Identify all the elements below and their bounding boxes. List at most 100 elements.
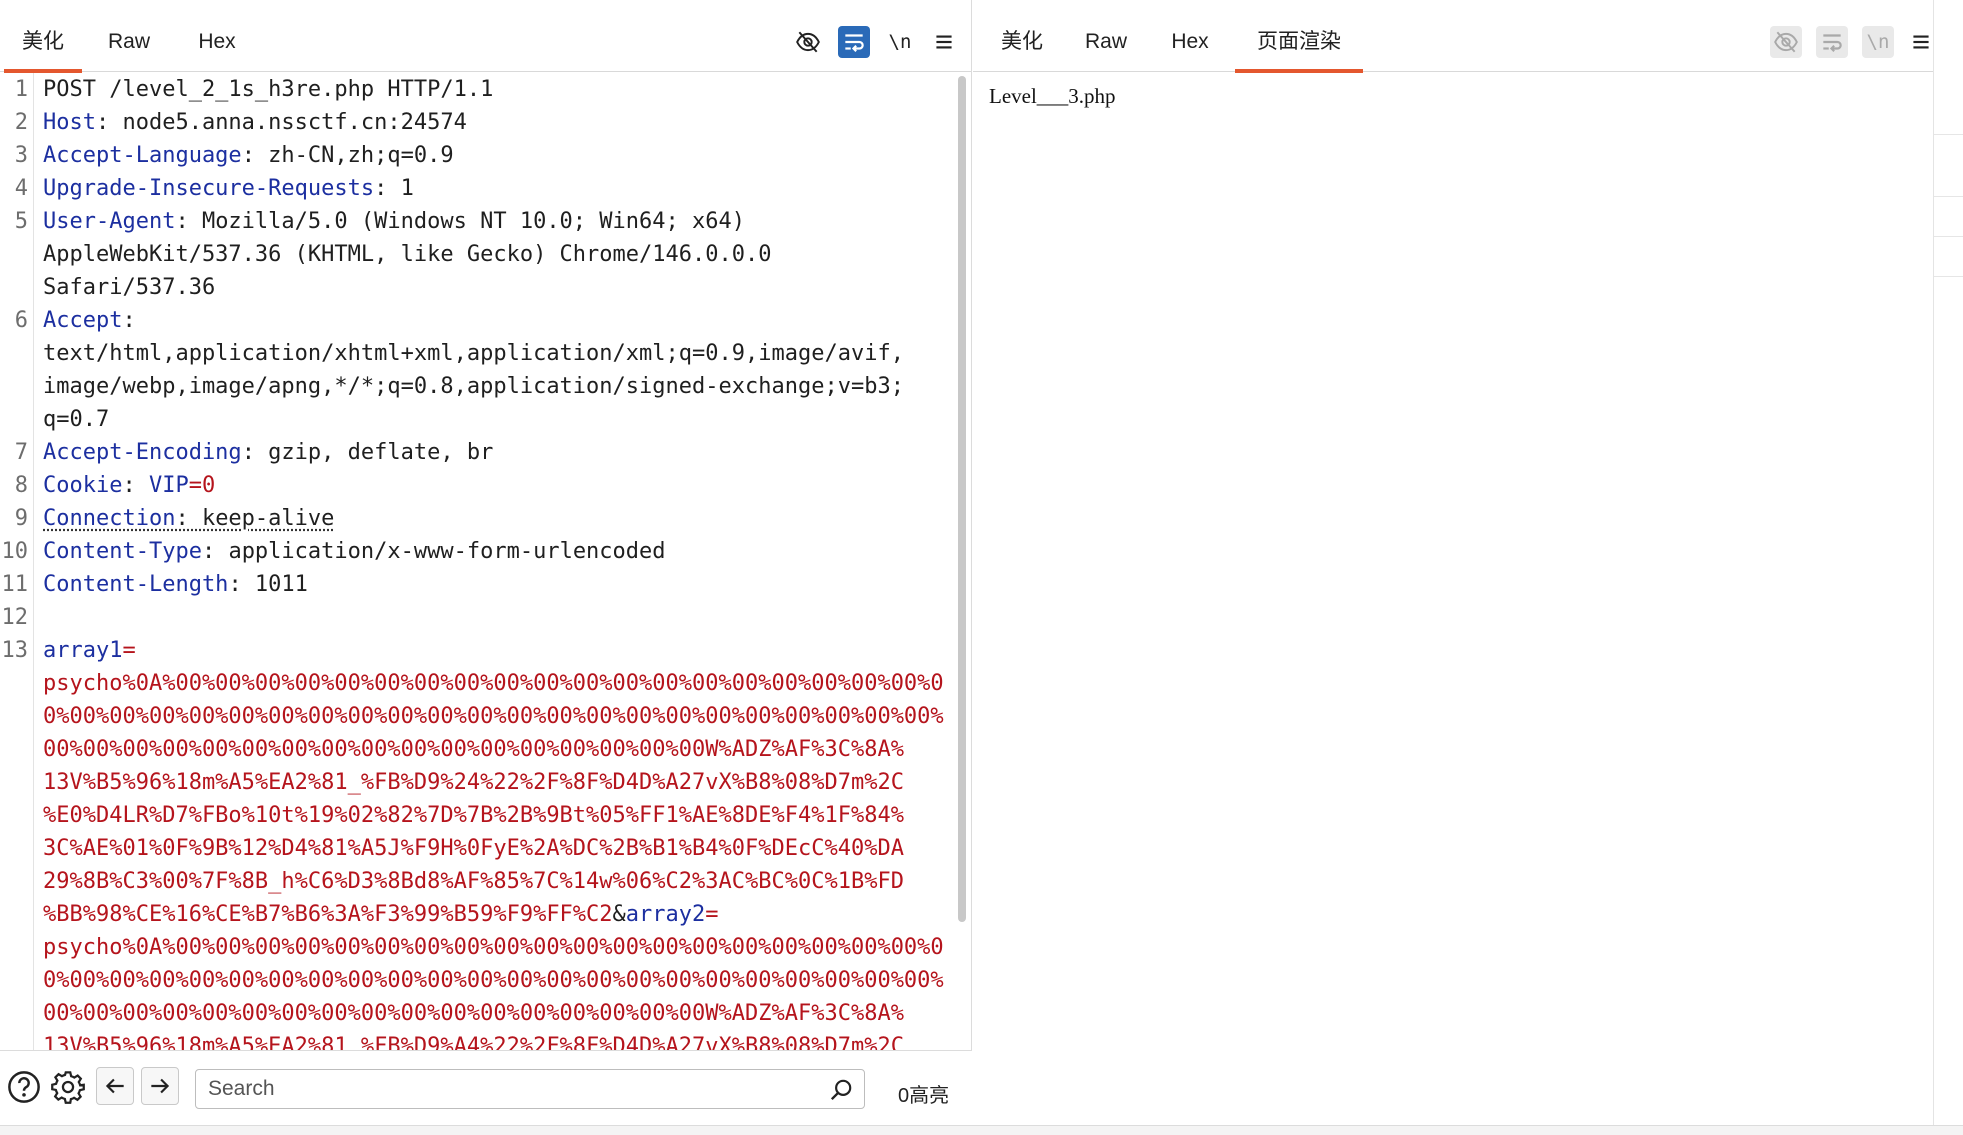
request-pane: 美化 Raw Hex \n 1 2 3 4 5 6 7 8 9 10 11 12…	[0, 0, 972, 1125]
code-line[interactable]: Host: node5.anna.nssctf.cn:24574	[43, 106, 467, 139]
code-line[interactable]: 13V%B5%96%18m%A5%EA2%81_%FB%D9%24%22%2F%…	[43, 766, 904, 799]
code-line[interactable]: AppleWebKit/537.36 (KHTML, like Gecko) C…	[43, 238, 771, 271]
code-text: : 1011	[228, 572, 307, 597]
tab-hex[interactable]: Hex	[1155, 0, 1225, 72]
word-wrap-button[interactable]	[838, 26, 870, 58]
code-text: : 1	[374, 176, 414, 201]
show-newlines-button[interactable]: \n	[884, 26, 916, 58]
code-line[interactable]: Accept-Language: zh-CN,zh;q=0.9	[43, 139, 454, 172]
hide-nonprint-button[interactable]	[792, 26, 824, 58]
code-line[interactable]: q=0.7	[43, 403, 109, 436]
help-button[interactable]	[4, 1067, 44, 1107]
code-line[interactable]: Cookie: VIP=0	[43, 469, 215, 502]
settings-button[interactable]	[48, 1067, 88, 1107]
search-bar: 0高亮	[0, 1050, 972, 1125]
code-line[interactable]: 00%00%00%00%00%00%00%00%00%00%00%00%00%0…	[43, 997, 904, 1030]
tab-pretty[interactable]: 美化	[4, 0, 82, 72]
param-value: %E0%D4LR%D7%FBo%10t%19%02%82%7D%7B%2B%9B…	[43, 803, 904, 828]
tab-hex[interactable]: Hex	[182, 0, 252, 72]
magnifier-icon[interactable]	[828, 1077, 854, 1103]
search-field[interactable]	[195, 1069, 865, 1109]
tab-render[interactable]: 页面渲染	[1235, 0, 1363, 72]
line-number: 10	[0, 535, 28, 568]
code-line[interactable]: POST /level_2_1s_h3re.php HTTP/1.1	[43, 73, 493, 106]
request-editor[interactable]: 1 2 3 4 5 6 7 8 9 10 11 12 13 POST /level_2_1s_h3re.…	[0, 73, 960, 1050]
request-tabbar: 美化 Raw Hex \n	[0, 0, 971, 72]
code-line[interactable]: User-Agent: Mozilla/5.0 (Windows NT 10.0…	[43, 205, 745, 238]
divider	[1934, 196, 1963, 197]
code-line[interactable]: Content-Type: application/x-www-form-url…	[43, 535, 666, 568]
hamburger-menu-icon	[1908, 29, 1934, 55]
code-line[interactable]: psycho%0A%00%00%00%00%00%00%00%00%00%00%…	[43, 667, 944, 700]
param-value: =	[705, 902, 718, 927]
word-wrap-button[interactable]	[1816, 26, 1848, 58]
param-value: 29%8B%C3%00%7F%8B_h%C6%D3%8Bd8%AF%85%7C%…	[43, 869, 904, 894]
param-value: 0%00%00%00%00%00%00%00%00%00%00%00%00%00…	[43, 968, 944, 993]
param-value: psycho%0A%00%00%00%00%00%00%00%00%00%00%…	[43, 935, 944, 960]
line-number: 11	[0, 568, 28, 601]
code-text: :	[122, 473, 149, 498]
newline-label: \n	[1867, 31, 1890, 53]
word-wrap-icon	[841, 29, 867, 55]
code-text: Safari/537.36	[43, 275, 215, 300]
header-name: Connection	[43, 506, 175, 531]
search-input[interactable]	[208, 1074, 818, 1104]
param-value: 13V%B5%96%18m%A5%EA2%81_%FB%D9%A4%22%2F%…	[43, 1034, 904, 1050]
divider	[1934, 236, 1963, 237]
code-line[interactable]: 3C%AE%01%0F%9B%12%D4%81%A5J%F9H%0FyE%2A%…	[43, 832, 904, 865]
param-value: 0%00%00%00%00%00%00%00%00%00%00%00%00%00…	[43, 704, 944, 729]
code-line[interactable]: %E0%D4LR%D7%FBo%10t%19%02%82%7D%7B%2B%9B…	[43, 799, 904, 832]
header-name: Host	[43, 110, 96, 135]
code-line[interactable]: 00%00%00%00%00%00%00%00%00%00%00%00%00%0…	[43, 733, 904, 766]
code-line[interactable]: text/html,application/xhtml+xml,applicat…	[43, 337, 904, 370]
line-number: 3	[0, 139, 28, 172]
code-line[interactable]: 29%8B%C3%00%7F%8B_h%C6%D3%8Bd8%AF%85%7C%…	[43, 865, 904, 898]
code-line[interactable]: Content-Length: 1011	[43, 568, 308, 601]
header-name: Content-Length	[43, 572, 228, 597]
eye-slash-icon	[795, 29, 821, 55]
rendered-page-text: Level___3.php	[989, 84, 1116, 109]
code-line[interactable]: Accept-Encoding: gzip, deflate, br	[43, 436, 493, 469]
tab-raw[interactable]: Raw	[1071, 0, 1141, 72]
header-name: Accept-Encoding	[43, 440, 242, 465]
header-name: array2	[626, 902, 705, 927]
line-number: 12	[0, 601, 28, 634]
line-number: 7	[0, 436, 28, 469]
tab-raw[interactable]: Raw	[92, 0, 166, 72]
code-text: : keep-alive	[175, 506, 334, 531]
request-menu-button[interactable]	[928, 26, 960, 58]
window-bottom-edge	[0, 1125, 1963, 1135]
previous-match-button[interactable]	[96, 1067, 134, 1105]
code-line[interactable]: 0%00%00%00%00%00%00%00%00%00%00%00%00%00…	[43, 700, 944, 733]
code-line[interactable]: psycho%0A%00%00%00%00%00%00%00%00%00%00%…	[43, 931, 944, 964]
arrow-right-icon	[147, 1073, 173, 1099]
code-line[interactable]: image/webp,image/apng,*/*;q=0.8,applicat…	[43, 370, 904, 403]
code-line[interactable]: %BB%98%CE%16%CE%B7%B6%3A%F3%99%B59%F9%FF…	[43, 898, 719, 931]
tab-pretty[interactable]: 美化	[987, 0, 1057, 72]
param-value: 00%00%00%00%00%00%00%00%00%00%00%00%00%0…	[43, 737, 904, 762]
code-line[interactable]: Upgrade-Insecure-Requests: 1	[43, 172, 414, 205]
param-value: =	[122, 638, 135, 663]
header-name: VIP	[149, 473, 189, 498]
header-name: array1	[43, 638, 122, 663]
code-line[interactable]: array1=	[43, 634, 136, 667]
request-scrollbar[interactable]	[958, 76, 966, 922]
line-number-gutter: 1 2 3 4 5 6 7 8 9 10 11 12 13	[0, 73, 34, 1050]
hide-nonprint-button[interactable]	[1770, 26, 1802, 58]
code-line[interactable]: 0%00%00%00%00%00%00%00%00%00%00%00%00%00…	[43, 964, 944, 997]
code-line[interactable]: Safari/537.36	[43, 271, 215, 304]
param-value: %BB%98%CE%16%CE%B7%B6%3A%F3%99%B59%F9%FF…	[43, 902, 613, 927]
show-newlines-button[interactable]: \n	[1862, 26, 1894, 58]
code-text: : application/x-www-form-urlencoded	[202, 539, 666, 564]
code-text: : Mozilla/5.0 (Windows NT 10.0; Win64; x…	[175, 209, 745, 234]
param-value: 13V%B5%96%18m%A5%EA2%81_%FB%D9%24%22%2F%…	[43, 770, 904, 795]
code-text: q=0.7	[43, 407, 109, 432]
next-match-button[interactable]	[141, 1067, 179, 1105]
header-name: Upgrade-Insecure-Requests	[43, 176, 374, 201]
code-line[interactable]: Accept:	[43, 304, 136, 337]
code-text: image/webp,image/apng,*/*;q=0.8,applicat…	[43, 374, 904, 399]
response-tabbar: 美化 Raw Hex 页面渲染 \n	[973, 0, 1933, 72]
param-value: 00%00%00%00%00%00%00%00%00%00%00%00%00%0…	[43, 1001, 904, 1026]
code-line[interactable]: 13V%B5%96%18m%A5%EA2%81_%FB%D9%A4%22%2F%…	[43, 1030, 904, 1050]
code-line[interactable]: Connection: keep-alive	[43, 502, 334, 535]
